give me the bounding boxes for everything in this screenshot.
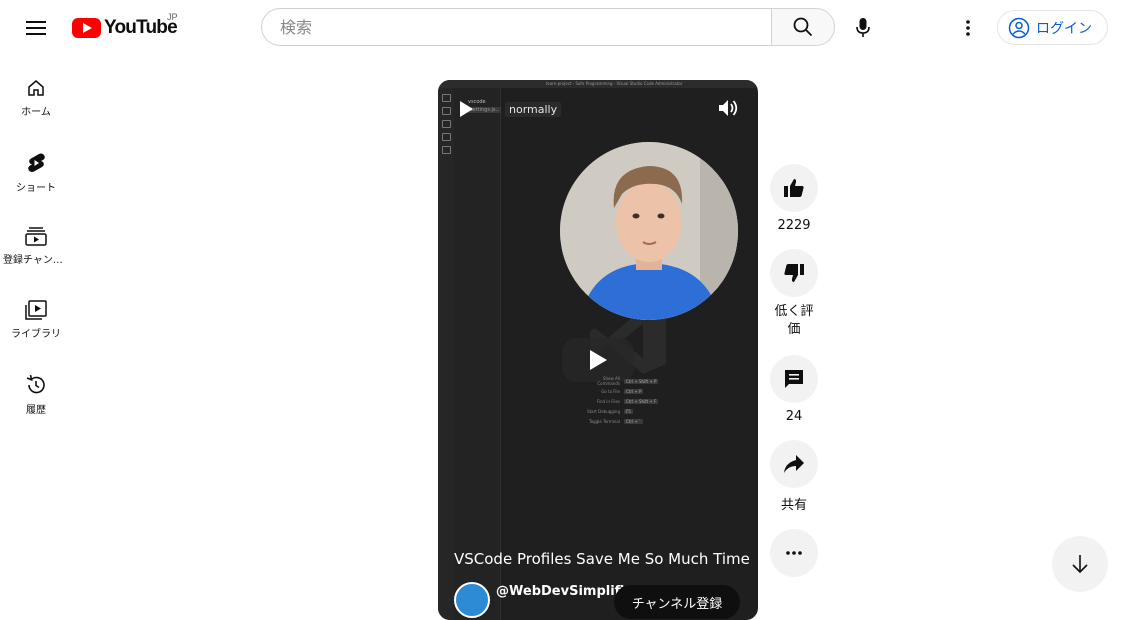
sidebar-item-home[interactable]: ホーム: [0, 64, 72, 138]
editor-shortcut-list: Show All Commands Ctrl + Shift + P Go to …: [586, 376, 659, 426]
masthead: YouTube JP ログイン: [0, 0, 1124, 56]
shortcut-row: Go to File Ctrl + P: [586, 386, 658, 396]
channel-avatar[interactable]: [454, 582, 490, 618]
share-label: 共有: [780, 498, 807, 513]
shortcut-row: Show All Commands Ctrl + Shift + P: [586, 376, 659, 386]
sidebar-item-history[interactable]: 履歴: [0, 360, 72, 434]
microphone-icon: [856, 18, 870, 37]
shortcut-name: Show All Commands: [597, 376, 620, 386]
shortcut-keys: Ctrl + P: [624, 388, 644, 394]
login-label: ログイン: [1036, 20, 1092, 37]
shorts-actions: 2229 低く評価 24 共有: [770, 164, 818, 577]
editor-explorer: vscode settings.js..: [454, 88, 501, 620]
dislike-button[interactable]: [770, 249, 818, 297]
share-icon: [784, 455, 804, 473]
channel-name[interactable]: @WebDevSimplifi: [496, 584, 624, 599]
subscriptions-icon: [25, 227, 47, 246]
login-button[interactable]: ログイン: [997, 10, 1108, 45]
settings-more-button[interactable]: [952, 12, 984, 44]
play-pause-button[interactable]: [458, 100, 474, 122]
sidebar-item-label: 履歴: [26, 405, 46, 416]
shorts-player[interactable]: learn-project - Safe Programming - Visua…: [438, 80, 758, 620]
sidebar-item-label: ライブラリ: [11, 329, 61, 340]
account-icon: [1008, 17, 1030, 38]
presenter-webcam: [560, 142, 738, 320]
shortcut-row: Find in Files Ctrl + Shift + F: [586, 396, 659, 406]
shortcut-row: Toggle Terminal Ctrl + `: [586, 416, 658, 426]
thumbs-down-icon: [784, 264, 804, 282]
more-horizontal-icon: [786, 551, 802, 555]
comments-button[interactable]: [770, 355, 818, 403]
search-button[interactable]: [771, 8, 835, 46]
search-box: [261, 8, 771, 46]
dislike-label: 低く評価: [774, 304, 814, 337]
sidebar-item-shorts[interactable]: ショート: [0, 138, 72, 212]
home-icon: [28, 80, 44, 96]
sidebar-item-subscriptions[interactable]: 登録チャンネル: [0, 212, 72, 286]
comment-icon: [785, 370, 803, 388]
shortcut-name: Toggle Terminal: [588, 418, 620, 424]
shortcut-name: Go to File: [601, 388, 620, 394]
menu-button[interactable]: [20, 12, 52, 44]
shortcut-name: Find in Files: [596, 398, 620, 404]
logo-text: YouTube: [104, 17, 178, 38]
play-icon: [460, 101, 473, 117]
more-vertical-icon: [966, 20, 970, 36]
shortcut-keys: Ctrl + Shift + F: [624, 398, 659, 404]
like-count: 2229: [777, 218, 811, 233]
volume-icon: [719, 100, 738, 116]
history-icon: [26, 374, 45, 394]
shortcut-keys: Ctrl + `: [624, 418, 644, 424]
editor-titlebar: learn-project - Safe Programming - Visua…: [438, 80, 758, 88]
more-actions-button[interactable]: [770, 529, 818, 577]
search-icon: [442, 107, 451, 115]
arrow-down-icon: [1072, 555, 1088, 574]
youtube-logo[interactable]: YouTube: [72, 17, 178, 39]
search-input[interactable]: [278, 16, 771, 38]
sidebar-item-label: ショート: [16, 183, 56, 194]
video-title[interactable]: VSCode Profiles Save Me So Much Time: [454, 550, 750, 568]
youtube-play-icon: [72, 18, 101, 38]
play-icon: [590, 350, 607, 370]
comment-count: 24: [785, 409, 803, 424]
sidebar-item-label: ホーム: [21, 107, 51, 118]
source-control-icon: [442, 120, 451, 128]
region-label: JP: [167, 12, 178, 22]
editor-activity-bar: [438, 88, 454, 620]
shortcut-keys: Ctrl + Shift + P: [624, 378, 659, 384]
files-icon: [442, 94, 451, 102]
voice-search-button[interactable]: [843, 8, 883, 48]
volume-button[interactable]: [718, 98, 740, 122]
like-button[interactable]: [770, 164, 818, 212]
hamburger-icon: [26, 21, 46, 35]
subscribe-button[interactable]: チャンネル登録: [614, 585, 740, 619]
shortcut-row: Start Debugging F5: [586, 406, 658, 416]
shortcut-keys: F5: [624, 408, 633, 414]
mini-guide: ホーム ショート 登録チャンネル ライブラリ 履歴: [0, 64, 72, 434]
extensions-icon: [442, 146, 451, 154]
presenter-image: [560, 142, 738, 320]
playback-speed-label: normally: [505, 102, 562, 117]
sidebar-item-label: 登録チャンネル: [3, 255, 69, 266]
debug-icon: [442, 133, 451, 141]
share-button[interactable]: [770, 440, 818, 488]
library-icon: [25, 300, 47, 320]
next-video-button[interactable]: [1052, 536, 1108, 592]
thumbs-up-icon: [784, 179, 804, 197]
editor-title: learn-project - Safe Programming - Visua…: [546, 81, 683, 86]
search-icon: [793, 17, 813, 37]
shorts-icon: [28, 153, 45, 173]
shortcut-name: Start Debugging: [587, 408, 620, 414]
sidebar-item-library[interactable]: ライブラリ: [0, 286, 72, 360]
